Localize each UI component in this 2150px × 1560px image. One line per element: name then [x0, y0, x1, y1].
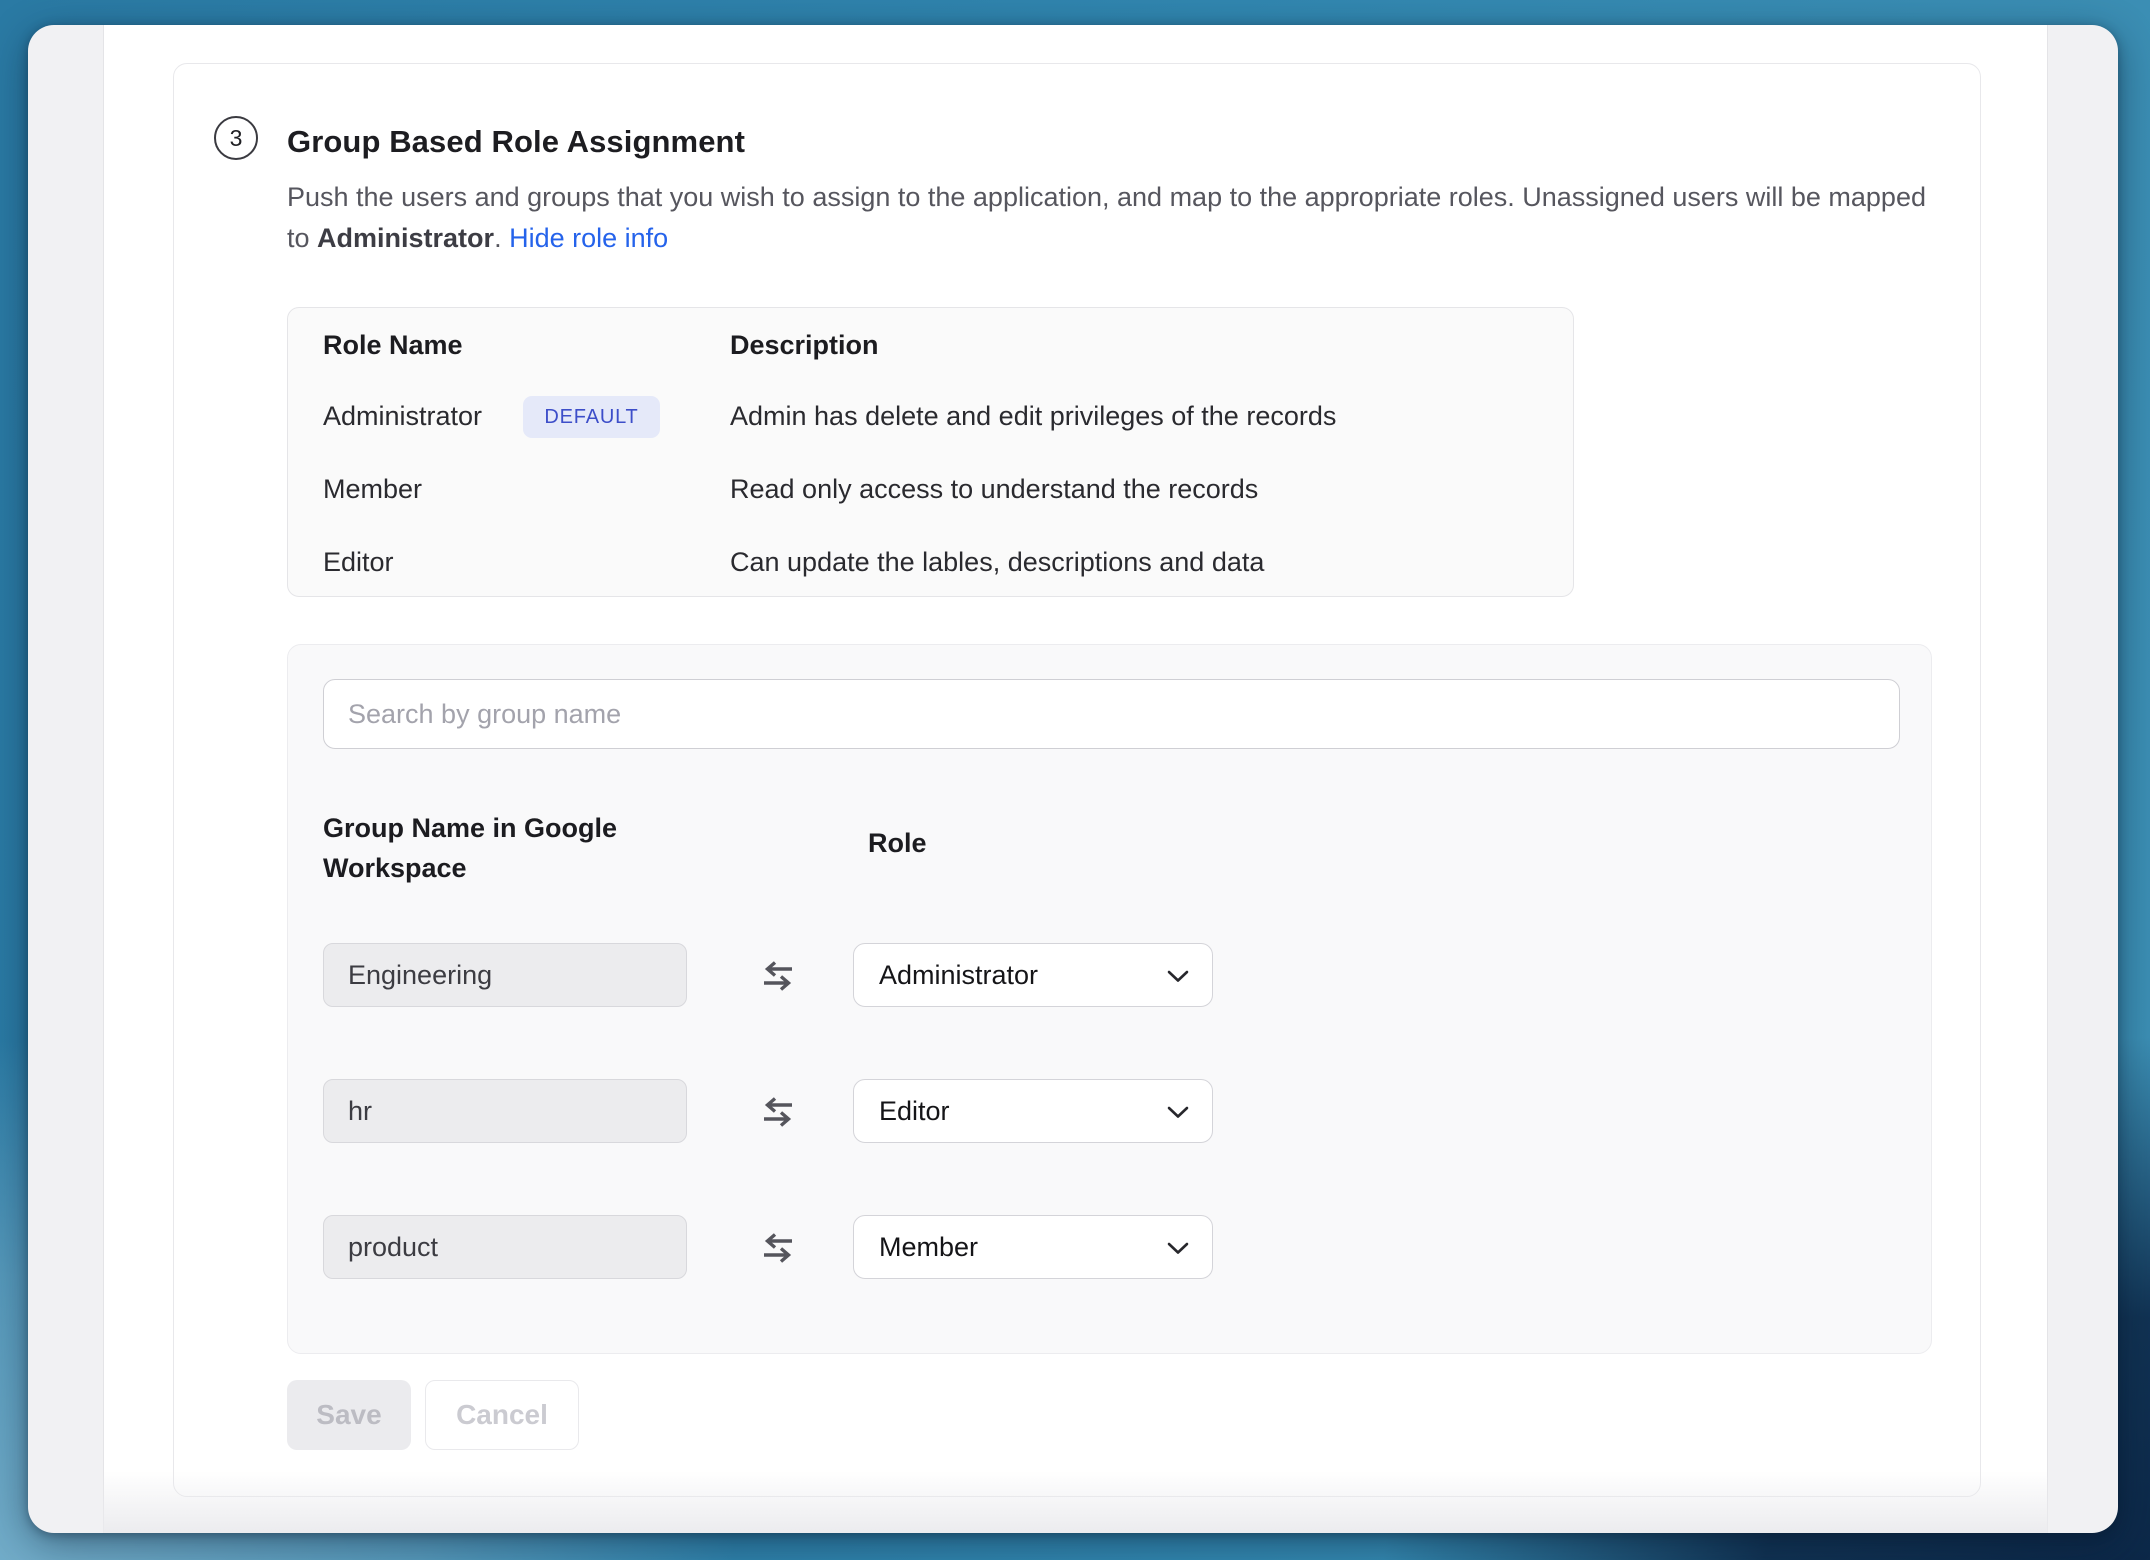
default-role-badge: DEFAULT — [523, 396, 660, 438]
role-assignment-card: 3 Group Based Role Assignment Push the u… — [173, 63, 1981, 1497]
mapping-row: Engineering Administrator — [288, 943, 1931, 1007]
default-role-name: Administrator — [317, 223, 494, 253]
group-name-field: product — [323, 1215, 687, 1279]
group-search-input[interactable] — [323, 679, 1900, 749]
content-column: 3 Group Based Role Assignment Push the u… — [103, 25, 2048, 1533]
role-select[interactable]: Administrator — [853, 943, 1213, 1007]
role-description-cell: Admin has delete and edit privileges of … — [730, 399, 1336, 433]
roles-info-table: Role Name Description Administrator DEFA… — [287, 307, 1574, 597]
mapping-row: hr Editor — [288, 1079, 1931, 1143]
step-number-badge: 3 — [214, 116, 258, 160]
role-select[interactable]: Editor — [853, 1079, 1213, 1143]
role-description-cell: Read only access to understand the recor… — [730, 472, 1258, 506]
swap-arrows-icon — [761, 960, 795, 992]
description-column-header: Description — [730, 328, 879, 362]
save-button[interactable]: Save — [287, 1380, 411, 1450]
group-name-field: hr — [323, 1079, 687, 1143]
chevron-down-icon — [1167, 1242, 1189, 1255]
role-select-value: Member — [879, 1232, 978, 1263]
group-name-column-header: Group Name in Google Workspace — [323, 808, 653, 888]
role-description-cell: Can update the lables, descriptions and … — [730, 545, 1264, 579]
group-mapping-panel: Group Name in Google Workspace Role Engi… — [287, 644, 1932, 1354]
role-name-cell: Administrator — [323, 399, 482, 433]
role-column-header: Role — [868, 823, 927, 863]
cancel-button[interactable]: Cancel — [425, 1380, 579, 1450]
section-title: Group Based Role Assignment — [287, 119, 745, 164]
role-name-cell: Member — [323, 472, 422, 506]
swap-arrows-icon — [761, 1096, 795, 1128]
section-description: Push the users and groups that you wish … — [287, 177, 1937, 259]
chevron-down-icon — [1167, 970, 1189, 983]
app-window: 3 Group Based Role Assignment Push the u… — [28, 25, 2118, 1533]
hide-role-info-link[interactable]: Hide role info — [509, 223, 668, 253]
chevron-down-icon — [1167, 1106, 1189, 1119]
role-select[interactable]: Member — [853, 1215, 1213, 1279]
role-name-cell: Editor — [323, 545, 394, 579]
desktop-background: { "step": { "number": "3", "title": "Gro… — [0, 0, 2150, 1560]
role-select-value: Administrator — [879, 960, 1038, 991]
role-name-column-header: Role Name — [323, 328, 463, 362]
group-name-field: Engineering — [323, 943, 687, 1007]
description-period: . — [494, 223, 509, 253]
mapping-row: product Member — [288, 1215, 1931, 1279]
swap-arrows-icon — [761, 1232, 795, 1264]
role-select-value: Editor — [879, 1096, 950, 1127]
